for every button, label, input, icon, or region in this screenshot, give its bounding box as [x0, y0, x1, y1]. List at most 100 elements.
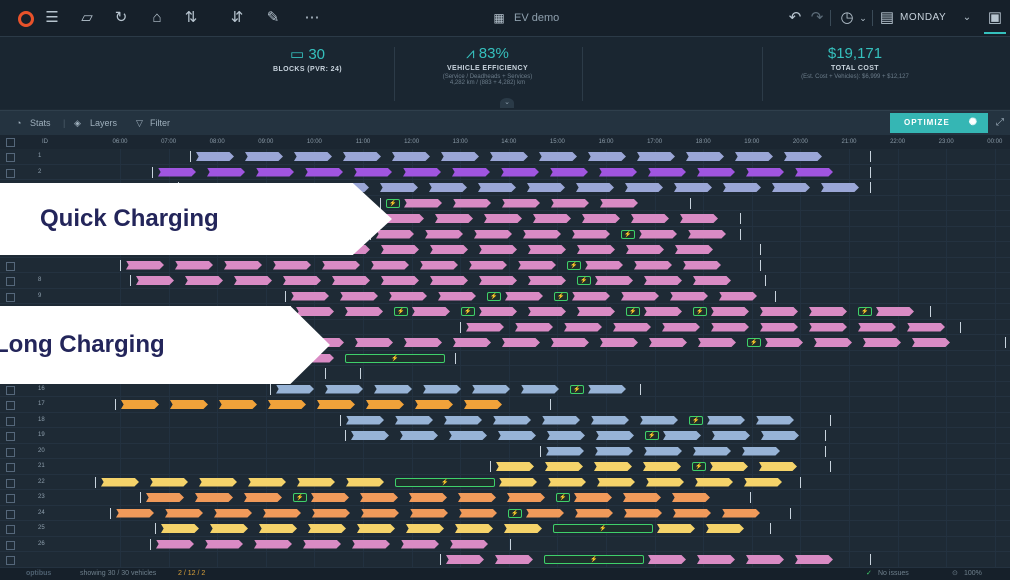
trip-block[interactable] [479, 276, 517, 285]
trip-block[interactable] [311, 493, 349, 502]
trip-block[interactable] [809, 322, 847, 332]
trip-block[interactable] [742, 446, 780, 456]
quick-charge-block[interactable]: ⚡ [386, 198, 400, 208]
trip-block[interactable] [809, 307, 847, 316]
undo-icon[interactable]: ↶ [784, 0, 806, 36]
zoom-level[interactable]: 100% [964, 568, 982, 580]
trip-block[interactable] [453, 198, 491, 208]
trip-block[interactable] [308, 524, 346, 533]
warning-counts[interactable]: 2 / 12 / 2 [178, 568, 205, 580]
trip-block[interactable] [498, 431, 536, 440]
trip-block[interactable] [343, 152, 381, 161]
building-icon[interactable]: ⌂ [146, 0, 168, 36]
trip-block[interactable] [533, 214, 571, 223]
trip-block[interactable] [639, 229, 677, 239]
trip-block[interactable] [507, 493, 545, 502]
trip-block[interactable] [595, 276, 633, 285]
quick-charge-block[interactable]: ⚡ [689, 415, 703, 425]
trip-block[interactable] [403, 167, 441, 177]
trip-block[interactable] [663, 431, 701, 440]
row-checkbox[interactable] [6, 478, 15, 488]
trip-block[interactable] [466, 322, 504, 332]
trip-block[interactable] [101, 477, 139, 487]
trip-block[interactable] [863, 338, 901, 347]
row-checkbox[interactable] [6, 168, 15, 178]
trip-block[interactable] [446, 555, 484, 564]
row-checkbox[interactable] [6, 525, 15, 534]
trip-block[interactable] [591, 415, 629, 425]
trip-block[interactable] [528, 245, 566, 254]
trip-block[interactable] [502, 198, 540, 208]
trip-block[interactable] [276, 384, 314, 394]
trip-block[interactable] [528, 307, 566, 316]
filter-button[interactable]: Filter [150, 111, 170, 135]
row-checkbox[interactable] [6, 540, 15, 550]
trip-block[interactable] [361, 508, 399, 518]
trip-block[interactable] [504, 524, 542, 533]
trip-block[interactable] [294, 152, 332, 161]
trip-block[interactable] [401, 539, 439, 549]
quick-charge-block[interactable]: ⚡ [621, 229, 635, 239]
trip-block[interactable] [693, 276, 731, 285]
trip-block[interactable] [912, 338, 950, 347]
row-checkbox[interactable] [6, 401, 15, 410]
trip-block[interactable] [634, 260, 672, 270]
trip-block[interactable] [340, 291, 378, 301]
trip-block[interactable] [146, 493, 184, 502]
trip-block[interactable] [588, 152, 626, 161]
trip-block[interactable] [719, 291, 757, 301]
trip-block[interactable] [523, 229, 561, 239]
pencil-icon[interactable]: ✎ [262, 0, 284, 36]
trip-block[interactable] [435, 214, 473, 223]
redo-icon[interactable]: ↷ [806, 0, 828, 36]
trip-block[interactable] [644, 307, 682, 316]
long-charge-block[interactable]: ⚡ [395, 477, 495, 487]
trip-block[interactable] [479, 245, 517, 254]
trip-block[interactable] [711, 307, 749, 316]
trip-block[interactable] [305, 167, 343, 177]
row-checkbox[interactable] [6, 292, 15, 302]
trip-block[interactable] [185, 276, 223, 285]
stats-button[interactable]: Stats [30, 111, 51, 135]
stats-icon[interactable]: ◔ [16, 111, 21, 135]
quick-charge-block[interactable]: ⚡ [508, 508, 522, 518]
trip-block[interactable] [381, 245, 419, 254]
trip-block[interactable] [259, 524, 297, 533]
trip-block[interactable] [412, 307, 450, 316]
trip-block[interactable] [420, 260, 458, 270]
refresh-icon[interactable]: ↻ [110, 0, 132, 36]
trip-block[interactable] [575, 508, 613, 518]
trip-block[interactable] [406, 524, 444, 533]
quick-charge-block[interactable]: ⚡ [567, 260, 581, 270]
trip-block[interactable] [613, 322, 651, 332]
trip-block[interactable] [722, 508, 760, 518]
trip-block[interactable] [322, 260, 360, 270]
trip-block[interactable] [165, 508, 203, 518]
sort-icon[interactable]: ⇅ [180, 0, 202, 36]
row-checkbox[interactable] [6, 509, 15, 519]
more-icon[interactable]: ⋯ [301, 0, 323, 36]
trip-block[interactable] [121, 400, 159, 409]
trip-block[interactable] [303, 539, 341, 549]
trip-block[interactable] [254, 539, 292, 549]
row-checkbox[interactable] [6, 463, 15, 472]
trip-block[interactable] [637, 152, 675, 161]
row-checkbox[interactable] [6, 385, 15, 395]
trip-block[interactable] [207, 167, 245, 177]
trip-block[interactable] [352, 539, 390, 549]
trip-block[interactable] [760, 307, 798, 316]
trip-block[interactable] [136, 276, 174, 285]
trip-block[interactable] [648, 555, 686, 564]
trip-block[interactable] [458, 493, 496, 502]
trip-block[interactable] [248, 477, 286, 487]
document-icon[interactable]: ▤ [876, 0, 898, 36]
trip-block[interactable] [410, 508, 448, 518]
trip-block[interactable] [444, 415, 482, 425]
trip-block[interactable] [464, 400, 502, 409]
trip-block[interactable] [415, 400, 453, 409]
quick-charge-block[interactable]: ⚡ [645, 431, 659, 440]
quick-charge-block[interactable]: ⚡ [577, 276, 591, 285]
trip-block[interactable] [675, 245, 713, 254]
trip-block[interactable] [161, 524, 199, 533]
trip-block[interactable] [409, 493, 447, 502]
